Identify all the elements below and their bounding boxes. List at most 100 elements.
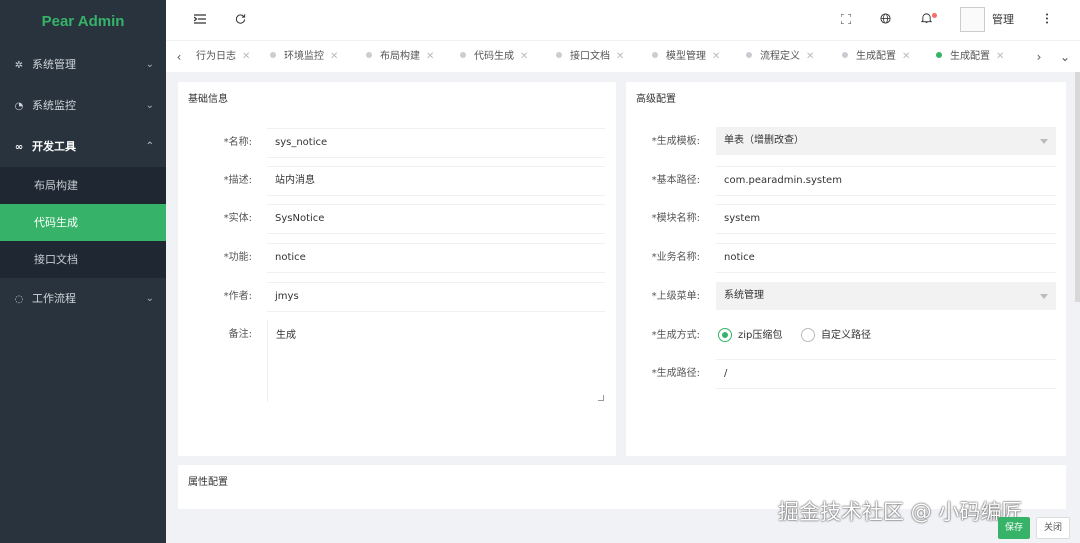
author-input[interactable]: jmys [267, 282, 605, 312]
entity-input[interactable]: SysNotice [267, 204, 605, 234]
template-label: *生成模板: [651, 136, 700, 147]
advanced-config-title: 高级配置 [636, 94, 676, 105]
tab-dot-icon [460, 52, 466, 58]
caret-down-icon [1040, 139, 1048, 144]
tab-label: 布局构建 [380, 51, 420, 62]
close-icon[interactable]: ✕ [616, 51, 624, 62]
globe-icon[interactable] [877, 0, 893, 40]
tab-gen-config[interactable]: 生成配置 ✕ [842, 41, 910, 73]
page-scrollbar[interactable] [1075, 72, 1080, 302]
watermark: 掘金技术社区 @ 小码编匠 [778, 500, 1023, 524]
form-row-gen-path: *生成路径: / [626, 359, 1066, 389]
more-icon[interactable] [1040, 0, 1054, 40]
tab-dot-icon [556, 52, 562, 58]
basic-info-card: 基础信息 *名称: sys_notice *描述: 站内消息 *实体: SysN… [178, 82, 616, 456]
business-input[interactable]: notice [716, 243, 1056, 273]
tab-dropdown-icon[interactable]: ⌄ [1054, 41, 1076, 73]
tab-code-generator[interactable]: 代码生成 ✕ [460, 41, 528, 73]
sidebar-item-workflow[interactable]: ◌ 工作流程 ⌄ [0, 278, 166, 319]
tools-icon: ∞ [14, 142, 24, 153]
parent-menu-label: *上级菜单: [651, 291, 700, 302]
user-name[interactable]: 管理 [992, 0, 1014, 40]
template-select[interactable]: 单表（增删改查） [716, 127, 1056, 155]
sidebar-item-label: 系统管理 [32, 58, 76, 71]
form-row-author: *作者: jmys [178, 282, 616, 312]
bell-icon[interactable] [918, 0, 937, 40]
parent-menu-select[interactable]: 系统管理 [716, 282, 1056, 310]
sidebar-item-system-monitor[interactable]: ◔ 系统监控 ⌄ [0, 85, 166, 126]
close-icon[interactable]: ✕ [712, 51, 720, 62]
sidebar-item-api-docs[interactable]: 接口文档 [0, 241, 166, 278]
radio-zip[interactable] [718, 328, 732, 342]
remark-textarea[interactable]: 生成 [267, 320, 605, 402]
description-input[interactable]: 站内消息 [267, 166, 605, 196]
sidebar-item-code-generator[interactable]: 代码生成 [0, 204, 166, 241]
tab-model-management[interactable]: 模型管理 ✕ [652, 41, 720, 73]
close-icon[interactable]: ✕ [426, 51, 434, 62]
author-label: *作者: [223, 291, 252, 302]
resize-grip-icon[interactable] [598, 395, 604, 401]
tab-scroll-left-icon[interactable]: ‹ [168, 41, 190, 73]
function-label: *功能: [223, 252, 252, 263]
app-logo[interactable]: Pear Admin [0, 0, 166, 44]
chevron-down-icon: ⌄ [145, 59, 154, 70]
tab-dot-icon [366, 52, 372, 58]
submenu-dev-tools: 布局构建 代码生成 接口文档 [0, 167, 166, 278]
module-input[interactable]: system [716, 204, 1056, 234]
gen-path-input[interactable]: / [716, 359, 1056, 389]
radio-custom-path[interactable] [801, 328, 815, 342]
module-label: *模块名称: [651, 213, 700, 224]
function-input[interactable]: notice [267, 243, 605, 273]
workflow-icon: ◌ [14, 294, 24, 305]
name-input[interactable]: sys_notice [267, 128, 605, 158]
tab-dot-icon [746, 52, 752, 58]
radio-zip-label[interactable]: zip压缩包 [738, 321, 782, 351]
description-label: *描述: [223, 175, 252, 186]
tab-api-docs[interactable]: 接口文档 ✕ [556, 41, 624, 73]
avatar[interactable] [960, 7, 985, 32]
close-button[interactable]: 关闭 [1036, 517, 1070, 539]
close-icon[interactable]: ✕ [330, 51, 338, 62]
menu-toggle-icon[interactable] [192, 0, 208, 40]
remark-label: 备注: [228, 329, 252, 340]
tab-label: 生成配置 [950, 51, 990, 62]
name-label: *名称: [223, 137, 252, 148]
save-button[interactable]: 保存 [998, 517, 1030, 539]
base-path-input[interactable]: com.pearadmin.system [716, 166, 1056, 196]
form-row-entity: *实体: SysNotice [178, 204, 616, 234]
close-icon[interactable]: ✕ [902, 51, 910, 62]
tab-layout-builder[interactable]: 布局构建 ✕ [366, 41, 434, 73]
parent-menu-value: 系统管理 [724, 290, 764, 301]
form-row-name: *名称: sys_notice [178, 128, 616, 158]
sidebar-item-dev-tools[interactable]: ∞ 开发工具 ⌃ [0, 126, 166, 167]
base-path-label: *基本路径: [651, 175, 700, 186]
tab-label: 流程定义 [760, 51, 800, 62]
tab-gen-config-active[interactable]: 生成配置 ✕ [936, 41, 1004, 73]
refresh-icon[interactable] [232, 0, 248, 40]
close-icon[interactable]: ✕ [806, 51, 814, 62]
close-icon[interactable]: ✕ [996, 51, 1004, 62]
tab-operation-log[interactable]: 行为日志 ✕ [196, 41, 250, 73]
tab-env-monitor[interactable]: 环境监控 ✕ [270, 41, 338, 73]
chevron-up-icon: ⌃ [145, 141, 154, 152]
fullscreen-icon[interactable] [838, 0, 854, 40]
tab-process-definition[interactable]: 流程定义 ✕ [746, 41, 814, 73]
sidebar: Pear Admin ✲ 系统管理 ⌄ ◔ 系统监控 ⌄ ∞ 开发工具 ⌃ 布局构建 … [0, 0, 166, 543]
tab-label: 环境监控 [284, 51, 324, 62]
sidebar-item-layout-builder[interactable]: 布局构建 [0, 167, 166, 204]
entity-label: *实体: [223, 213, 252, 224]
tab-scroll-right-icon[interactable]: › [1028, 41, 1050, 73]
tab-label: 代码生成 [474, 51, 514, 62]
radio-custom-path-label[interactable]: 自定义路径 [821, 321, 871, 351]
tab-label: 接口文档 [570, 51, 610, 62]
sidebar-item-system-management[interactable]: ✲ 系统管理 ⌄ [0, 44, 166, 85]
advanced-config-card: 高级配置 *生成模板: 单表（增删改查） *基本路径: com.pearadmi… [626, 82, 1066, 456]
close-icon[interactable]: ✕ [242, 51, 250, 62]
form-row-base-path: *基本路径: com.pearadmin.system [626, 166, 1066, 196]
tab-label: 模型管理 [666, 51, 706, 62]
close-icon[interactable]: ✕ [520, 51, 528, 62]
sidebar-item-label: 系统监控 [32, 99, 76, 112]
chevron-down-icon: ⌄ [145, 293, 154, 304]
gen-mode-label: *生成方式: [651, 330, 700, 341]
gen-path-label: *生成路径: [651, 368, 700, 379]
